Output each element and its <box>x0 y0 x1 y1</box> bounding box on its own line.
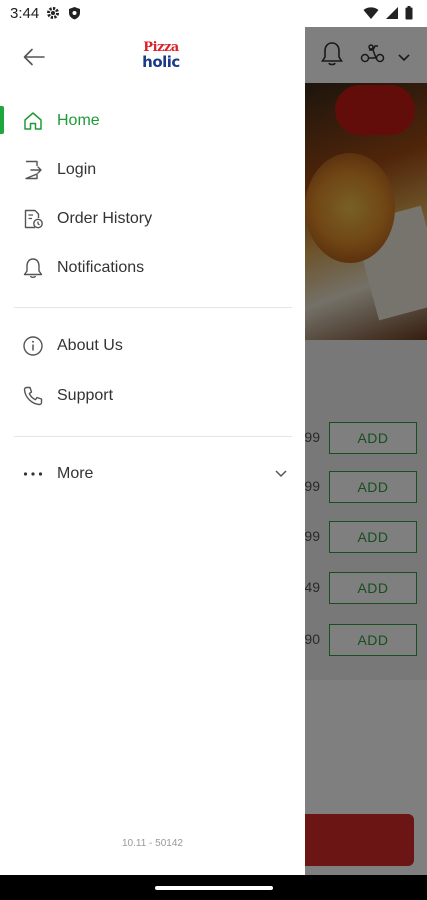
menu-divider <box>14 436 292 437</box>
battery-icon <box>405 6 413 25</box>
home-gesture-handle[interactable] <box>155 886 273 890</box>
menu-item-home[interactable]: Home <box>0 98 305 144</box>
menu-item-order-history[interactable]: Order History <box>0 196 305 242</box>
info-icon <box>22 335 44 357</box>
phone-icon <box>22 385 44 407</box>
gear-icon <box>46 6 60 25</box>
bell-icon <box>22 257 44 279</box>
login-icon <box>22 159 44 181</box>
more-dots-icon <box>22 463 44 485</box>
home-icon <box>22 110 44 132</box>
app-version: 10.11 - 50142 <box>122 838 183 849</box>
back-button[interactable] <box>18 43 50 75</box>
menu-item-label: Order History <box>57 210 153 227</box>
active-indicator <box>0 106 4 134</box>
menu-item-more[interactable]: More <box>0 451 305 497</box>
arrow-left-icon <box>23 48 45 71</box>
status-bar: 3:44 <box>0 0 427 27</box>
menu-item-label: Support <box>57 387 114 404</box>
menu-item-label: Notifications <box>57 259 145 276</box>
signal-icon <box>385 6 399 25</box>
system-navigation-bar <box>0 875 427 900</box>
menu-item-notifications[interactable]: Notifications <box>0 245 305 291</box>
menu-item-about-us[interactable]: About Us <box>0 323 305 369</box>
chevron-down-icon <box>275 465 287 483</box>
navigation-drawer: Pizza holic Home Login Order History Not… <box>0 27 305 875</box>
menu-item-support[interactable]: Support <box>0 373 305 419</box>
drawer-header: Pizza holic <box>0 27 305 91</box>
menu-item-label: More <box>57 465 94 482</box>
menu-item-label: Login <box>57 161 97 178</box>
menu-item-login[interactable]: Login <box>0 147 305 193</box>
menu-divider <box>14 307 292 308</box>
pizzaholic-logo: Pizza holic <box>138 41 184 77</box>
logo-text-bottom: holic <box>142 53 180 71</box>
order-history-icon <box>22 208 44 230</box>
menu-item-label: Home <box>57 112 100 129</box>
shield-icon <box>68 6 81 25</box>
status-time: 3:44 <box>10 5 40 22</box>
menu-item-label: About Us <box>57 337 123 354</box>
wifi-icon <box>363 6 379 25</box>
